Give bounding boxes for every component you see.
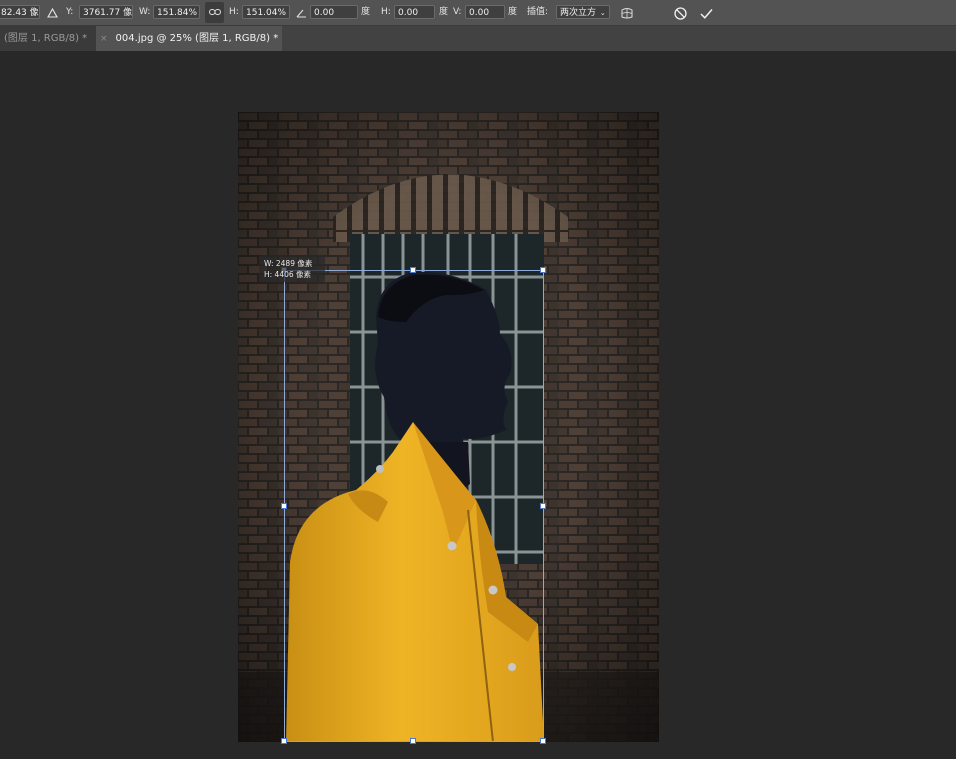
skew-v-field[interactable]: 0.00 — [465, 5, 505, 19]
tooltip-height: H: 4406 像素 — [264, 270, 312, 279]
options-bar: 82.43 像 Y: 3761.77 像素 W: 151.84% H: 151.… — [0, 0, 956, 26]
chain-link-icon — [208, 7, 221, 18]
tab-label: 004.jpg @ 25% (图层 1, RGB/8) * — [115, 33, 279, 44]
angle-icon — [294, 0, 308, 25]
interpolation-dropdown[interactable]: 两次立方 ⌄ — [556, 5, 610, 19]
x-position-field[interactable]: 82.43 像 — [0, 5, 40, 19]
transform-handle-bottom[interactable] — [410, 738, 416, 744]
rotation-angle-field[interactable]: 0.00 — [310, 5, 358, 19]
y-label: Y: — [66, 7, 74, 17]
transform-handle-bottom-left[interactable] — [281, 738, 287, 744]
chevron-down-icon: ⌄ — [599, 9, 606, 17]
document-tab-bar: (图层 1, RGB/8) * × 004.jpg @ 25% (图层 1, RG… — [0, 26, 956, 51]
skew-h-field[interactable]: 0.00 — [394, 5, 435, 19]
triangle-icon[interactable] — [45, 0, 59, 25]
w-label: W: — [139, 7, 151, 17]
link-button[interactable] — [205, 2, 224, 23]
tooltip-width: W: 2489 像素 — [264, 259, 313, 268]
transform-handle-left[interactable] — [281, 503, 287, 509]
interpolation-label: 插值: — [527, 7, 549, 17]
interpolation-value: 两次立方 — [560, 8, 597, 18]
document-canvas[interactable] — [238, 112, 659, 742]
transform-handle-top-right[interactable] — [540, 267, 546, 273]
skew-v-unit: 度 — [508, 7, 518, 17]
height-field[interactable]: 151.04% — [242, 5, 290, 19]
h-label: H: — [229, 7, 239, 17]
tab-document-1[interactable]: (图层 1, RGB/8) * — [0, 26, 96, 51]
document-image — [238, 112, 659, 742]
warp-icon[interactable] — [618, 0, 636, 25]
transform-handle-top[interactable] — [410, 267, 416, 273]
width-field[interactable]: 151.84% — [153, 5, 200, 19]
transform-handle-right[interactable] — [540, 503, 546, 509]
angle-unit: 度 — [361, 7, 371, 17]
skew-h-unit: 度 — [439, 7, 449, 17]
checkmark-icon[interactable] — [697, 0, 715, 25]
transform-handle-bottom-right[interactable] — [540, 738, 546, 744]
skew-v-label: V: — [453, 7, 462, 17]
y-position-field[interactable]: 3761.77 像素 — [79, 5, 133, 19]
close-icon[interactable]: × — [100, 34, 108, 44]
tab-document-004[interactable]: × 004.jpg @ 25% (图层 1, RGB/8) * — [96, 26, 282, 51]
skew-h-label: H: — [381, 7, 391, 17]
tab-label: (图层 1, RGB/8) * — [4, 33, 88, 44]
cancel-icon[interactable] — [671, 0, 689, 25]
transform-size-tooltip: W: 2489 像素 H: 4406 像素 — [259, 255, 325, 282]
